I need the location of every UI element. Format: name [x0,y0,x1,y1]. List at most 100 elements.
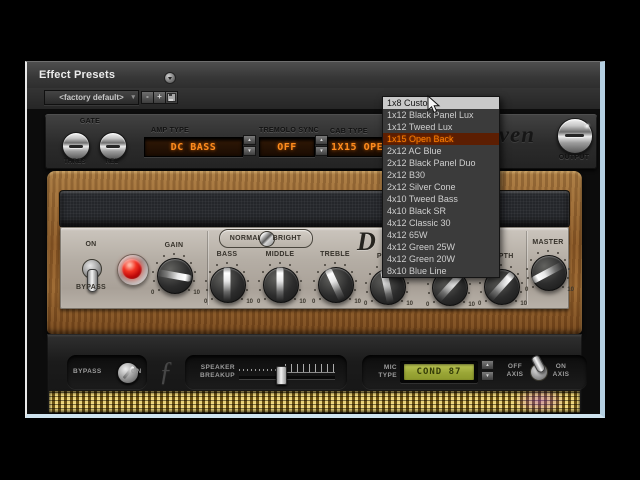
gate-rel-knob[interactable] [99,132,127,160]
screen: { "header": { "title": "Effect Presets" … [0,0,640,480]
on-axis-line1: ON [556,363,567,370]
cab-menu-item[interactable]: 2x12 AC Blue [383,145,499,157]
cab-menu-item[interactable]: 1x8 Custom [383,97,499,109]
mic-type-label: MIC TYPE [369,364,397,380]
tremolo-sync-display[interactable]: OFF [259,137,315,157]
power-bypass-label: BYPASS [66,284,116,291]
amp-head: ON BYPASS NORMAL BRIGHT D GAIN 0 10 [47,171,582,334]
mic-type-display[interactable]: COND 87 [404,364,474,380]
knob-pointer [324,267,346,303]
tweed-panel [49,391,580,413]
cab-menu-item[interactable]: 4x12 Classic 30 [383,217,499,229]
amp-knob[interactable]: GAIN 0 10 [144,242,204,304]
spinner-up-icon [481,360,494,370]
knob-body[interactable] [531,255,567,291]
speaker-breakup-slider[interactable] [239,363,335,385]
output-knob[interactable] [557,118,593,154]
bright-label: BRIGHT [270,235,304,242]
power-lamp [122,259,142,279]
cab-menu-item[interactable]: 2x12 B30 [383,169,499,181]
cab-type-display[interactable]: 1X15 OPE [327,137,389,157]
thres-label: THRES [54,159,96,165]
knob-pointer [156,269,193,282]
knob-pointer [530,261,565,284]
knob-min-label: 0 [204,299,207,305]
gate-label: GATE [55,118,125,125]
cab-menu-item[interactable]: 4x12 65W [383,229,499,241]
cab-menu-item[interactable]: 1x12 Tweed Lux [383,121,499,133]
collapse-icon[interactable] [164,72,176,84]
slider-track[interactable] [239,376,335,379]
cab-menu-item[interactable]: 4x10 Tweed Bass [383,193,499,205]
slider-ticks-right [285,364,335,373]
video-artifact [514,389,566,413]
knob-body[interactable] [157,258,193,294]
cab-menu-item[interactable]: 4x12 Green 20W [383,253,499,265]
knob-min-label: 0 [525,287,528,293]
cab-menu-item[interactable]: 1x12 Black Panel Lux [383,109,499,121]
preset-bar: <factory default> - + [27,88,600,109]
knob-max-label: 10 [520,301,527,307]
cab-section: BYPASS ON ƒ SPEAKER BREAKUP MIC TYPE CON… [47,334,582,414]
knob-body[interactable] [210,267,246,303]
mouse-cursor-icon [427,95,441,115]
f-hole-icon: ƒ [159,356,173,387]
output-label: OUTPUT [549,154,599,161]
preset-dropdown[interactable]: <factory default> [44,90,139,105]
mic-label-line1: MIC [384,364,397,371]
rel-label: REL [92,159,132,165]
speaker-breakup-label: SPEAKER BREAKUP [187,364,235,380]
knob-body[interactable] [263,267,299,303]
spinner-down-icon [481,371,494,381]
channel-switch-group: NORMAL BRIGHT [219,229,313,248]
power-on-label: ON [74,241,108,248]
cab-menu-item[interactable]: 2x12 Black Panel Duo [383,157,499,169]
knob-min-label: 0 [257,299,260,305]
effect-presets-header: Effect Presets [27,62,600,89]
cab-on-label: ON [131,368,142,376]
breakup-label-line2: BREAKUP [200,372,235,379]
cab-bypass-label: BYPASS [73,368,102,376]
plugin-window: Effect Presets <factory default> - + GAT… [25,61,605,418]
speaker-label-line1: SPEAKER [201,364,235,371]
off-axis-line1: OFF [508,363,522,370]
save-disk-icon [167,93,176,102]
cab-type-menu: 1x8 Custom1x12 Black Panel Lux1x12 Tweed… [382,96,500,278]
cab-type-label: CAB TYPE [330,128,368,135]
mic-label-line2: TYPE [378,372,397,379]
spinner-up-icon [243,135,256,145]
preset-save-button[interactable] [165,91,178,104]
cab-menu-item[interactable]: 1x15 Open Back [383,133,499,145]
mic-type-display-bezel: COND 87 [400,361,478,383]
knob-body[interactable] [318,267,354,303]
tremolo-sync-label: TREMOLO SYNC [259,127,319,134]
amp-type-spinner[interactable] [243,135,256,158]
off-axis-line2: AXIS [507,371,524,378]
knob-min-label: 0 [426,302,429,308]
amp-knob[interactable]: MIDDLE 0 10 [250,251,310,313]
amp-knob[interactable]: TREBLE 0 10 [305,251,365,313]
speaker-breakup-thumb[interactable] [276,366,287,385]
knob-min-label: 0 [151,290,154,296]
knob-min-label: 0 [312,299,315,305]
knob-min-label: 0 [478,301,481,307]
spinner-down-icon [243,146,256,156]
gate-thres-knob[interactable] [62,132,90,160]
cab-menu-item[interactable]: 2x12 Silver Cone [383,181,499,193]
amp-type-display[interactable]: DC BASS [144,137,243,157]
knob-pointer [277,267,284,303]
amp-knob[interactable]: MASTER 0 10 [518,239,578,301]
cab-menu-item[interactable]: 4x10 Black SR [383,205,499,217]
amp-knob[interactable]: BASS 0 10 [197,251,257,313]
mic-type-spinner[interactable] [481,360,494,383]
cab-menu-item[interactable]: 8x10 Blue Line [383,265,499,277]
top-control-strip: GATE THRES REL AMP TYPE DC BASS TREMOLO … [45,114,597,169]
off-axis-label: OFF AXIS [504,363,526,379]
knob-min-label: 0 [364,301,367,307]
knob-pointer-dot [585,124,589,128]
knob-pointer [224,267,231,303]
on-axis-line2: AXIS [553,371,570,378]
amp-type-label: AMP TYPE [151,127,189,134]
cab-menu-item[interactable]: 4x12 Green 25W [383,241,499,253]
on-axis-label: ON AXIS [550,363,572,379]
